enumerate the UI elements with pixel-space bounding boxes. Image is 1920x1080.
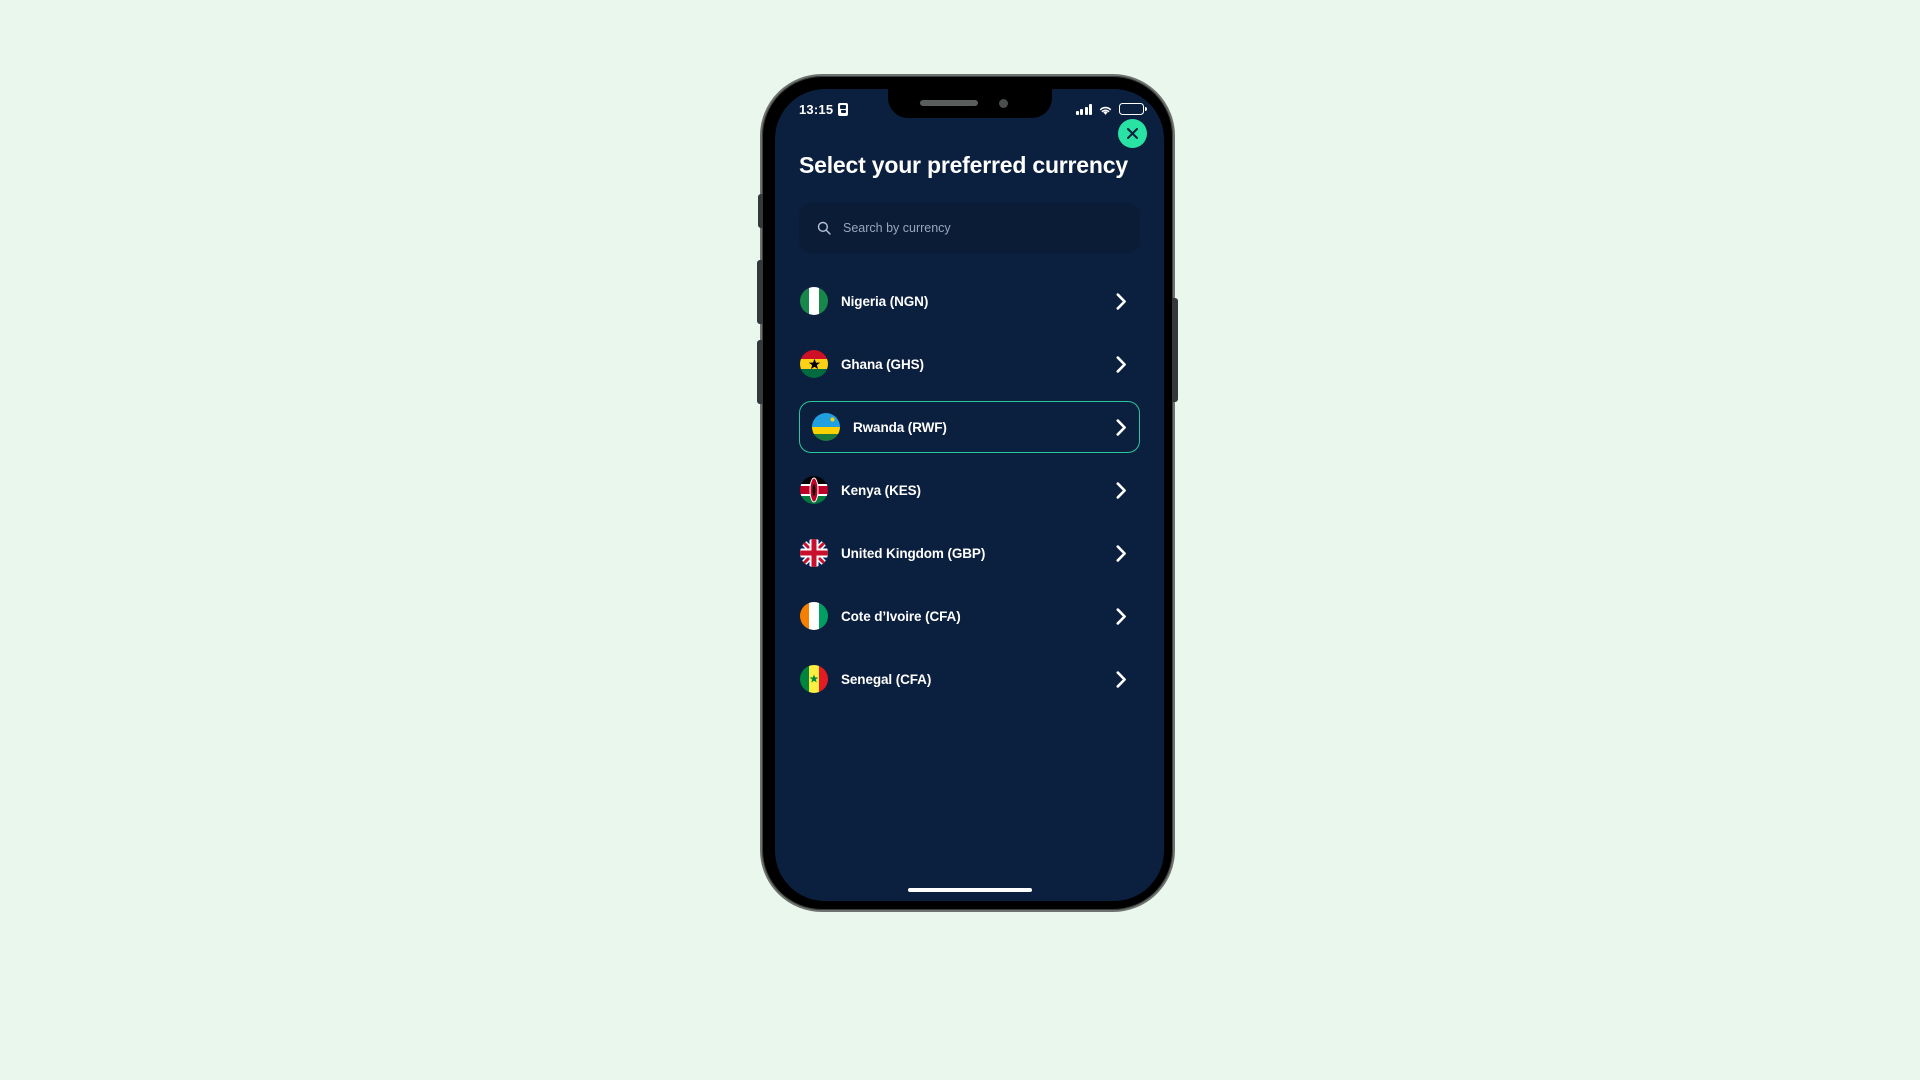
chevron-right-icon[interactable] (1116, 544, 1127, 562)
phone-screen: 13:15 Select your preferred currency Sea… (775, 89, 1164, 901)
screenshot-canvas: 13:15 Select your preferred currency Sea… (0, 0, 1920, 1080)
earpiece-speaker-icon (919, 100, 978, 106)
currency-row-label: Ghana (GHS) (841, 356, 924, 372)
chevron-right-icon[interactable] (1116, 418, 1127, 436)
currency-row-rwf-2[interactable]: Rwanda (RWF) (799, 401, 1140, 454)
chevron-right-icon[interactable] (1116, 670, 1127, 688)
currency-row-label: Nigeria (NGN) (841, 293, 929, 309)
currency-row-ngn-0[interactable]: Nigeria (NGN) (799, 275, 1140, 327)
currency-row-cfa-5[interactable]: Cote d’Ivoire (CFA) (799, 590, 1140, 642)
cellular-signal-icon (1075, 103, 1092, 115)
search-icon (817, 221, 831, 235)
currency-row-cfa-6[interactable]: Senegal (CFA) (799, 653, 1140, 705)
chevron-right-icon[interactable] (1116, 355, 1127, 373)
rwanda-flag-icon (812, 413, 840, 442)
search-input[interactable] (843, 221, 1122, 236)
kenya-flag-icon (800, 476, 828, 505)
power-button[interactable] (1172, 298, 1178, 402)
ghana-flag-icon (800, 350, 828, 379)
chevron-right-icon[interactable] (1116, 292, 1127, 310)
status-bar-left: 13:15 (799, 101, 849, 117)
phone-device-frame: 13:15 Select your preferred currency Sea… (757, 74, 1178, 912)
sim-card-icon (838, 102, 849, 116)
currency-list: Nigeria (NGN) Ghana (GHS) Rwanda (RWF) Keny… (775, 275, 1164, 705)
home-indicator[interactable] (907, 887, 1032, 892)
volume-down-button[interactable] (757, 340, 763, 404)
battery-icon (1119, 103, 1147, 115)
cote-divoire-flag-icon (800, 602, 828, 631)
united-kingdom-flag-icon (800, 539, 828, 568)
chevron-right-icon[interactable] (1116, 481, 1127, 499)
close-button[interactable] (1118, 119, 1147, 148)
status-bar-right (1075, 103, 1147, 115)
currency-row-ghs-1[interactable]: Ghana (GHS) (799, 338, 1140, 390)
senegal-flag-icon (800, 665, 828, 694)
search-bar[interactable] (799, 203, 1140, 254)
close-x-icon (1127, 128, 1138, 139)
currency-row-label: Senegal (CFA) (841, 671, 932, 687)
device-notch (887, 89, 1052, 118)
silent-switch-button[interactable] (758, 194, 763, 228)
currency-row-gbp-4[interactable]: United Kingdom (GBP) (799, 527, 1140, 579)
screen-content: Select your preferred currency Nigeria (… (775, 123, 1164, 901)
nigeria-flag-icon (800, 287, 828, 316)
volume-up-button[interactable] (757, 260, 763, 324)
wifi-icon (1098, 103, 1113, 115)
page-title: Select your preferred currency (799, 152, 1128, 178)
currency-row-label: United Kingdom (GBP) (841, 545, 986, 561)
status-bar-clock: 13:15 (799, 101, 834, 117)
front-camera-icon (998, 99, 1008, 108)
currency-row-label: Cote d’Ivoire (CFA) (841, 608, 961, 624)
currency-row-label: Kenya (KES) (841, 482, 921, 498)
currency-row-label: Rwanda (RWF) (853, 419, 947, 435)
chevron-right-icon[interactable] (1116, 607, 1127, 625)
currency-row-kes-3[interactable]: Kenya (KES) (799, 464, 1140, 516)
